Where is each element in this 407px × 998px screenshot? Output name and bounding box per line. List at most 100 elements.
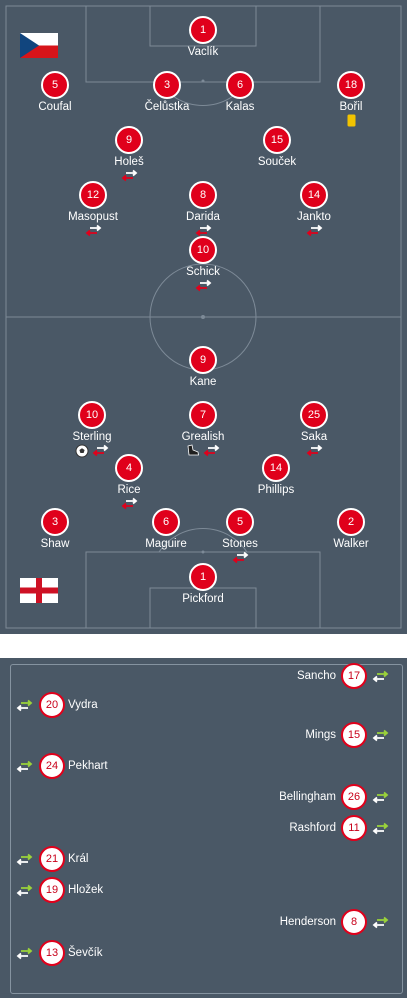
player-czech[interactable]: 18 Bořil — [311, 71, 391, 128]
player-england[interactable]: 25 Saka — [274, 401, 354, 458]
player-england[interactable]: 6 Maguire — [126, 508, 206, 565]
player-czech[interactable]: 10 Schick — [163, 236, 243, 293]
substitute-name: Král — [68, 853, 89, 865]
substitute-right[interactable]: Sancho 17 — [297, 663, 389, 689]
substitute-number-badge: 11 — [341, 815, 367, 841]
player-name: Saka — [300, 431, 328, 443]
player-number-badge: 3 — [41, 508, 69, 536]
substitute-right[interactable]: Henderson 8 — [280, 909, 389, 935]
england-flag — [20, 578, 58, 603]
substitute-number-badge: 13 — [39, 940, 65, 966]
player-czech[interactable]: 6 Kalas — [200, 71, 280, 128]
player-name: Darida — [186, 211, 220, 223]
player-name: Schick — [186, 266, 220, 278]
player-number-badge: 5 — [41, 71, 69, 99]
player-number-badge: 3 — [153, 71, 181, 99]
substitute-name: Ševčík — [68, 947, 103, 959]
player-event-marks — [163, 606, 243, 620]
player-event-marks — [311, 551, 391, 565]
substitute-right[interactable]: Rashford 11 — [289, 815, 389, 841]
player-event-marks — [311, 114, 391, 128]
substitute-number-badge: 19 — [39, 877, 65, 903]
player-name: Souček — [257, 156, 297, 168]
player-england[interactable]: 9 Kane — [163, 346, 243, 403]
player-number-badge: 7 — [189, 401, 217, 429]
player-name: Stones — [222, 538, 258, 550]
player-name: Sterling — [72, 431, 112, 443]
substitute-left[interactable]: 21 Král — [16, 846, 88, 872]
substitution-in-icon — [16, 699, 33, 711]
substitute-left[interactable]: 13 Ševčík — [16, 940, 103, 966]
substitute-number-badge: 24 — [39, 753, 65, 779]
substitute-name: Rashford — [289, 822, 336, 834]
player-england[interactable]: 1 Pickford — [163, 563, 243, 620]
player-name: Coufal — [38, 101, 72, 113]
player-number-badge: 10 — [189, 236, 217, 264]
substitution-in-icon — [372, 916, 389, 928]
player-england[interactable]: 3 Shaw — [15, 508, 95, 565]
substitute-left[interactable]: 24 Pekhart — [16, 753, 108, 779]
player-england[interactable]: 5 Stones — [200, 508, 280, 565]
substitute-number-badge: 15 — [341, 722, 367, 748]
player-czech[interactable]: 8 Darida — [163, 181, 243, 238]
player-event-marks — [274, 224, 354, 238]
yellow-card-icon — [347, 114, 355, 127]
substitution-out-icon — [85, 224, 101, 237]
player-czech[interactable]: 3 Čelůstka — [127, 71, 207, 128]
player-event-marks — [163, 444, 243, 458]
player-name: Kalas — [225, 101, 255, 113]
substitute-number-badge: 21 — [39, 846, 65, 872]
player-name: Jankto — [297, 211, 331, 223]
player-czech[interactable]: 15 Souček — [237, 126, 317, 183]
substitution-in-icon — [16, 760, 33, 772]
substitute-name: Pekhart — [68, 760, 108, 772]
substitute-left[interactable]: 20 Vydra — [16, 692, 98, 718]
substitute-right[interactable]: Bellingham 26 — [279, 784, 389, 810]
substitution-in-icon — [16, 884, 33, 896]
player-czech[interactable]: 14 Jankto — [274, 181, 354, 238]
substitute-number-badge: 8 — [341, 909, 367, 935]
substitute-number-badge: 17 — [341, 663, 367, 689]
player-number-badge: 1 — [189, 563, 217, 591]
player-name: Holeš — [114, 156, 144, 168]
player-czech[interactable]: 1 Vaclík — [163, 16, 243, 73]
substitute-number-badge: 26 — [341, 784, 367, 810]
player-name: Walker — [333, 538, 369, 550]
player-name: Grealish — [181, 431, 225, 443]
player-number-badge: 25 — [300, 401, 328, 429]
player-england[interactable]: 4 Rice — [89, 454, 169, 511]
substitution-out-icon — [203, 444, 220, 457]
player-number-badge: 2 — [337, 508, 365, 536]
player-england[interactable]: 7 Grealish — [163, 401, 243, 458]
player-czech[interactable]: 12 Masopust — [53, 181, 133, 238]
player-name: Vaclík — [187, 46, 219, 58]
substitute-name: Vydra — [68, 699, 98, 711]
player-czech[interactable]: 9 Holeš — [89, 126, 169, 183]
player-name: Masopust — [68, 211, 118, 223]
player-number-badge: 18 — [337, 71, 365, 99]
substitute-left[interactable]: 19 Hložek — [16, 877, 103, 903]
player-england[interactable]: 2 Walker — [311, 508, 391, 565]
substitute-name: Sancho — [296, 670, 336, 682]
player-number-badge: 9 — [115, 126, 143, 154]
substitute-right[interactable]: Mings 15 — [305, 722, 389, 748]
player-number-badge: 9 — [189, 346, 217, 374]
player-england[interactable]: 14 Phillips — [236, 454, 316, 511]
assist-boot-icon — [187, 444, 199, 456]
player-name: Bořil — [339, 101, 363, 113]
substitution-out-icon — [306, 224, 322, 237]
player-czech[interactable]: 5 Coufal — [15, 71, 95, 128]
player-name: Kane — [189, 376, 217, 388]
czech-republic-flag — [20, 33, 58, 58]
player-england[interactable]: 10 Sterling — [52, 401, 132, 458]
substitute-name: Bellingham — [279, 791, 336, 803]
player-number-badge: 14 — [262, 454, 290, 482]
player-event-marks — [15, 551, 95, 565]
player-event-marks — [53, 224, 133, 238]
player-number-badge: 12 — [79, 181, 107, 209]
player-number-badge: 8 — [189, 181, 217, 209]
player-number-badge: 4 — [115, 454, 143, 482]
substitute-number-badge: 20 — [39, 692, 65, 718]
substitution-out-icon — [195, 279, 211, 292]
player-number-badge: 10 — [78, 401, 106, 429]
